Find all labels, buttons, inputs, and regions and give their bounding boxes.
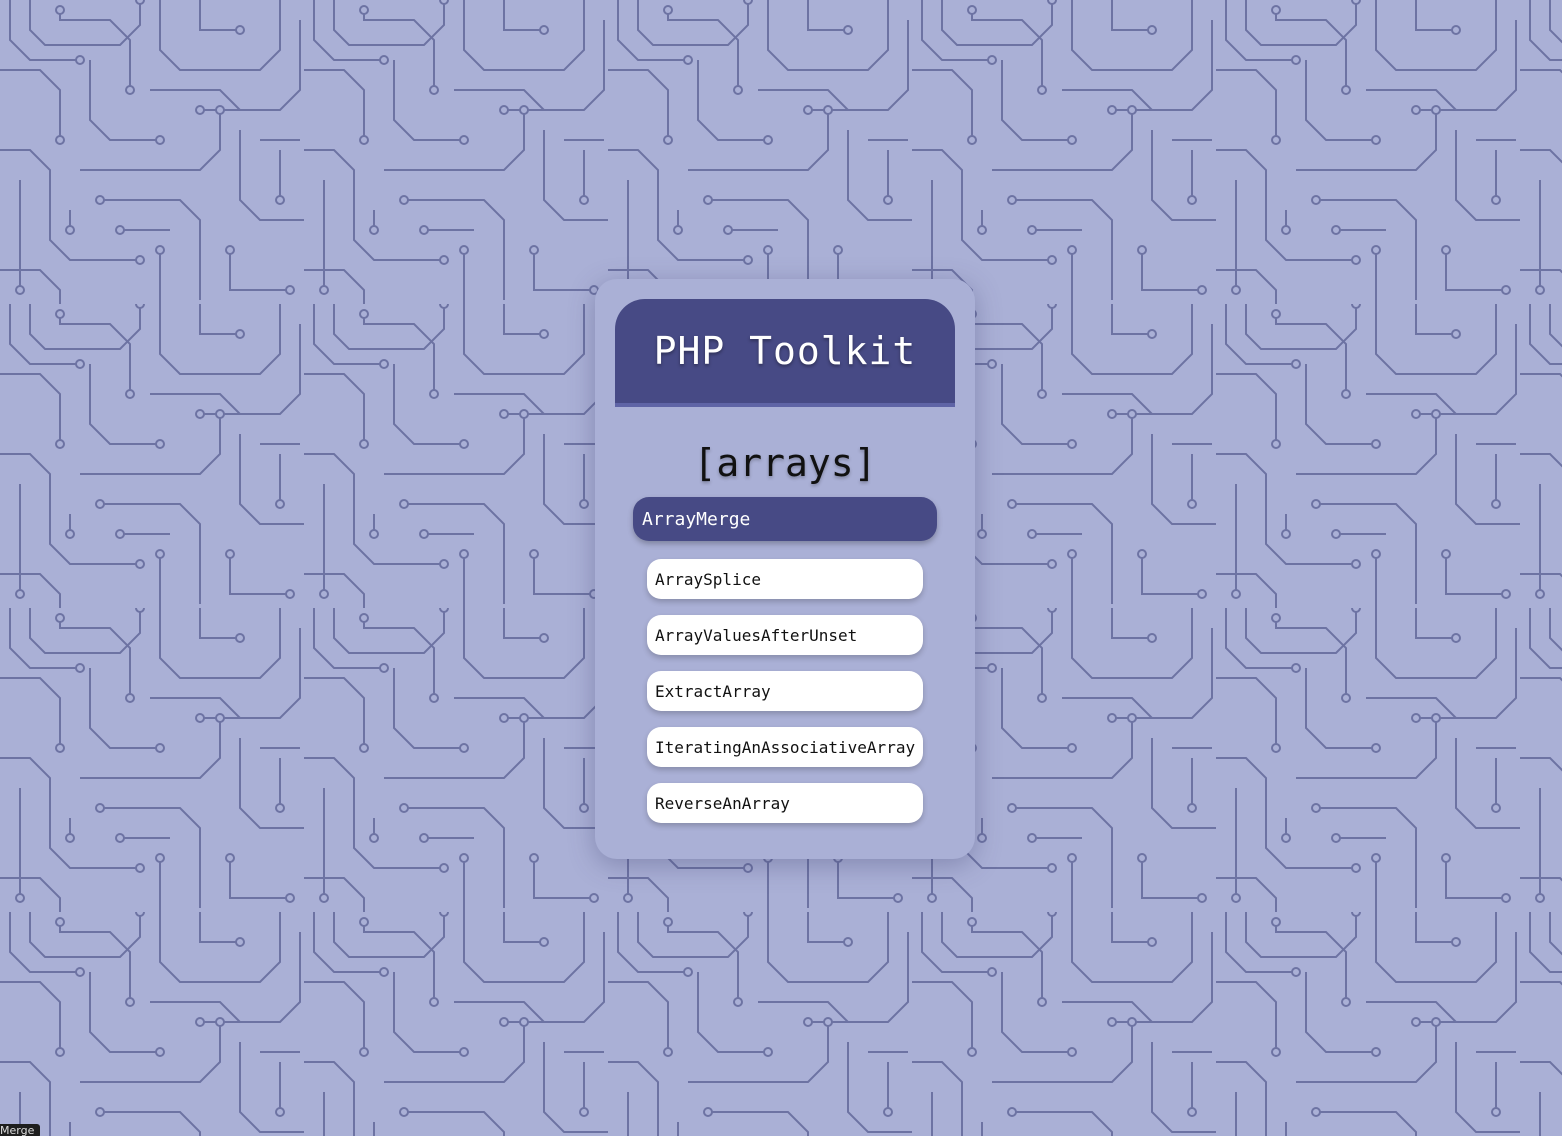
item-list: ArraySplice ArrayValuesAfterUnset Extrac… [647,559,923,839]
list-item-label: ExtractArray [655,681,771,701]
list-item[interactable]: IteratingAnAssociativeArray [647,727,923,767]
list-item-label: ArrayValuesAfterUnset [655,625,858,645]
toolkit-card: PHP Toolkit [arrays] ArrayMerge ArraySpl… [595,279,975,859]
list-item-label: ArrayMerge [642,508,751,530]
list-item[interactable]: ArraySplice [647,559,923,599]
list-item-label: ReverseAnArray [655,793,790,813]
list-item-selected[interactable]: ArrayMerge [633,497,937,541]
list-item[interactable]: ReverseAnArray [647,783,923,823]
app-title: PHP Toolkit [653,329,917,373]
list-item[interactable]: ExtractArray [647,671,923,711]
section-title: [arrays] [693,441,877,485]
list-item[interactable]: ArrayValuesAfterUnset [647,615,923,655]
card-header: PHP Toolkit [615,299,955,407]
list-item-label: IteratingAnAssociativeArray [655,737,916,757]
list-item-label: ArraySplice [655,569,761,589]
tooltip: Merge [0,1124,41,1136]
